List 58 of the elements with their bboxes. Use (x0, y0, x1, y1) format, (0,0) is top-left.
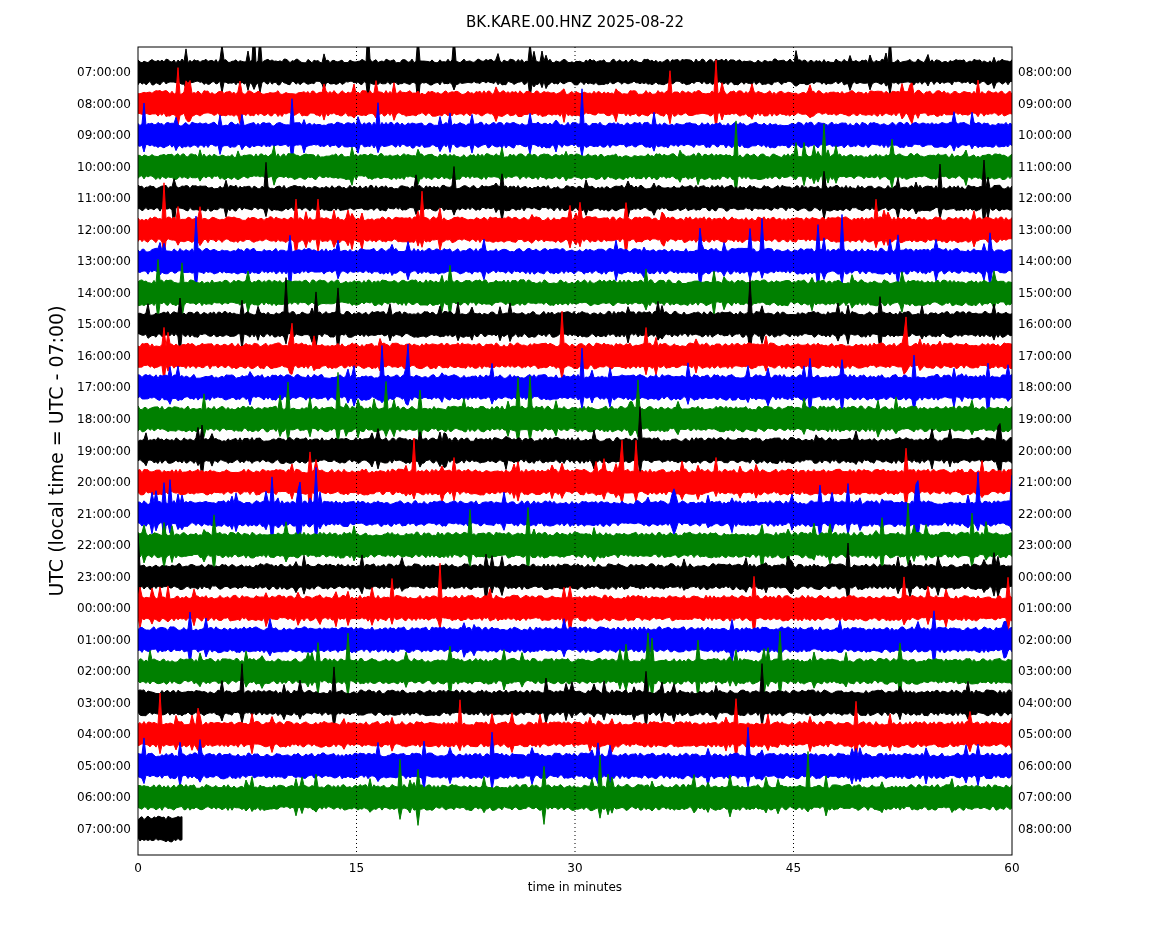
utc-time-label: 14:00:00 (77, 285, 131, 300)
x-tick-label: 45 (785, 861, 802, 875)
chart-title: BK.KARE.00.HNZ 2025-08-22 (466, 13, 684, 31)
local-time-label: 02:00:00 (1018, 632, 1072, 647)
local-time-label: 22:00:00 (1018, 506, 1072, 521)
utc-time-label: 00:00:00 (77, 601, 131, 616)
utc-time-label: 08:00:00 (77, 96, 131, 111)
utc-time-label: 07:00:00 (77, 65, 131, 79)
utc-time-label: 02:00:00 (77, 664, 131, 679)
x-tick-label: 60 (1004, 861, 1020, 875)
local-time-label: 09:00:00 (1018, 96, 1072, 111)
local-time-label: 06:00:00 (1018, 758, 1072, 773)
utc-time-label: 22:00:00 (77, 538, 131, 553)
x-tick-label: 30 (567, 861, 583, 875)
utc-time-label: 01:00:00 (77, 632, 131, 647)
local-time-label: 08:00:00 (1018, 822, 1072, 836)
local-time-label: 04:00:00 (1018, 695, 1072, 710)
utc-time-label: 13:00:00 (77, 254, 131, 269)
utc-time-label: 06:00:00 (77, 790, 131, 805)
local-time-label: 01:00:00 (1018, 601, 1072, 616)
local-time-label: 11:00:00 (1018, 159, 1072, 174)
local-time-label: 16:00:00 (1018, 317, 1072, 332)
utc-time-label: 20:00:00 (77, 475, 131, 490)
local-time-label: 10:00:00 (1018, 128, 1072, 143)
utc-time-label: 15:00:00 (77, 317, 131, 332)
utc-time-label: 17:00:00 (77, 380, 131, 395)
utc-time-label: 09:00:00 (77, 128, 131, 143)
local-time-label: 15:00:00 (1018, 285, 1072, 300)
utc-time-label: 04:00:00 (77, 727, 131, 742)
utc-time-label: 10:00:00 (77, 159, 131, 174)
local-time-label: 23:00:00 (1018, 538, 1072, 553)
utc-time-label: 16:00:00 (77, 348, 131, 363)
utc-time-label: 11:00:00 (77, 191, 131, 206)
x-tick-label: 0 (134, 861, 142, 875)
y-axis-label: UTC (local time = UTC - 07:00) (45, 305, 67, 597)
local-time-label: 12:00:00 (1018, 191, 1072, 206)
local-time-label: 20:00:00 (1018, 443, 1072, 458)
local-time-label: 18:00:00 (1018, 380, 1072, 395)
utc-time-label: 21:00:00 (77, 506, 131, 521)
utc-time-label: 12:00:00 (77, 222, 131, 237)
local-time-label: 21:00:00 (1018, 475, 1072, 490)
local-time-label: 00:00:00 (1018, 569, 1072, 584)
x-tick-label: 15 (348, 861, 365, 875)
local-time-label: 19:00:00 (1018, 411, 1072, 426)
utc-time-label: 07:00:00 (77, 822, 131, 836)
local-time-label: 17:00:00 (1018, 348, 1072, 363)
local-time-label: 08:00:00 (1018, 65, 1072, 79)
local-time-label: 03:00:00 (1018, 664, 1072, 679)
x-axis-label: time in minutes (527, 880, 623, 894)
local-time-label: 05:00:00 (1018, 727, 1072, 742)
utc-time-label: 19:00:00 (77, 443, 131, 458)
local-time-label: 14:00:00 (1018, 254, 1072, 269)
local-time-label: 13:00:00 (1018, 222, 1072, 237)
utc-time-label: 03:00:00 (77, 695, 131, 710)
local-time-label: 07:00:00 (1018, 790, 1072, 805)
utc-time-label: 18:00:00 (77, 411, 131, 426)
utc-time-label: 23:00:00 (77, 569, 131, 584)
utc-time-label: 05:00:00 (77, 758, 131, 773)
